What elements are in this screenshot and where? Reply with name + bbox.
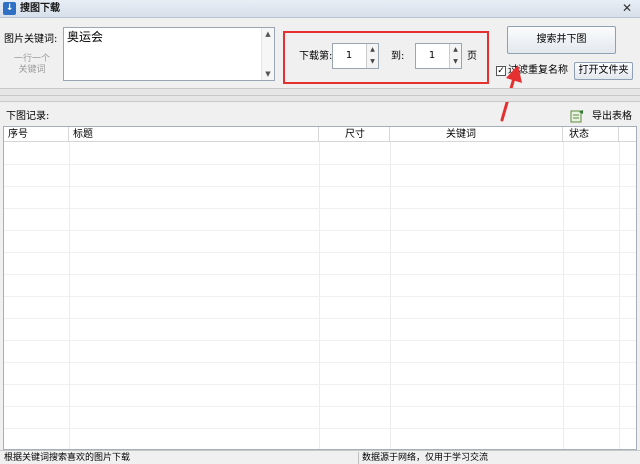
decrement-icon[interactable]: ▼ xyxy=(367,56,378,68)
keyword-input[interactable]: 奥运会 ▲ ▼ xyxy=(63,27,275,81)
column-header[interactable]: 尺寸 xyxy=(319,127,390,142)
records-label: 下图记录: xyxy=(6,111,50,122)
row-divider xyxy=(4,318,636,319)
row-divider xyxy=(4,428,636,429)
row-divider xyxy=(4,362,636,363)
column-header[interactable]: 序号 xyxy=(4,127,69,142)
from-page-value[interactable]: 1 xyxy=(333,44,365,68)
open-folder-button[interactable]: 打开文件夹 xyxy=(574,62,633,80)
page-range-highlight: 下载第: 1 ▲ ▼ 到: 1 ▲ ▼ 页 xyxy=(283,31,489,84)
row-divider xyxy=(4,252,636,253)
title-bar: ↓ 搜图下载 ✕ xyxy=(0,0,640,18)
column-header[interactable]: 标题 xyxy=(69,127,319,142)
from-page-stepper[interactable]: 1 ▲ ▼ xyxy=(332,43,379,69)
status-separator xyxy=(358,452,359,464)
export-table-button[interactable]: 导出表格 xyxy=(592,111,632,123)
row-divider xyxy=(4,340,636,341)
page-unit-label: 页 xyxy=(467,51,477,62)
row-divider xyxy=(4,208,636,209)
records-table[interactable]: 序号 标题 尺寸 关键词 状态 xyxy=(3,126,637,450)
to-page-value[interactable]: 1 xyxy=(416,44,448,68)
splitter[interactable] xyxy=(0,88,640,102)
scroll-up-icon[interactable]: ▲ xyxy=(262,28,274,40)
app-icon: ↓ xyxy=(3,2,16,15)
window-title: 搜图下载 xyxy=(20,3,60,14)
keyword-scrollbar[interactable]: ▲ ▼ xyxy=(261,28,274,80)
row-divider xyxy=(4,384,636,385)
status-left-text: 根据关键词搜索喜欢的图片下载 xyxy=(4,453,131,463)
table-header: 序号 标题 尺寸 关键词 状态 xyxy=(4,127,636,142)
to-page-stepper[interactable]: 1 ▲ ▼ xyxy=(415,43,462,69)
from-page-label: 下载第: xyxy=(299,51,333,62)
export-table-icon[interactable] xyxy=(570,109,584,123)
keyword-hint: 一行一个关键词 xyxy=(13,54,50,75)
row-divider xyxy=(4,164,636,165)
increment-icon[interactable]: ▲ xyxy=(367,44,378,56)
to-page-label: 到: xyxy=(391,51,405,62)
column-header[interactable]: 状态 xyxy=(563,127,619,142)
close-button[interactable]: ✕ xyxy=(618,1,636,16)
keyword-value: 奥运会 xyxy=(67,30,104,44)
row-divider xyxy=(4,296,636,297)
row-divider xyxy=(4,186,636,187)
column-header[interactable]: 关键词 xyxy=(390,127,563,142)
increment-icon[interactable]: ▲ xyxy=(450,44,461,56)
search-panel: 图片关键词: 一行一个关键词 奥运会 ▲ ▼ 下载第: 1 ▲ ▼ 到: 1 ▲… xyxy=(0,18,640,88)
keyword-label: 图片关键词: xyxy=(4,34,58,45)
row-divider xyxy=(4,274,636,275)
search-download-button[interactable]: 搜索并下图 xyxy=(507,26,616,54)
status-bar: 根据关键词搜索喜欢的图片下载 数据源于网络，仅用于学习交流 xyxy=(0,450,640,464)
status-right-text: 数据源于网络，仅用于学习交流 xyxy=(362,453,489,463)
row-divider xyxy=(4,406,636,407)
row-divider xyxy=(4,230,636,231)
decrement-icon[interactable]: ▼ xyxy=(450,56,461,68)
scroll-down-icon[interactable]: ▼ xyxy=(262,68,274,80)
